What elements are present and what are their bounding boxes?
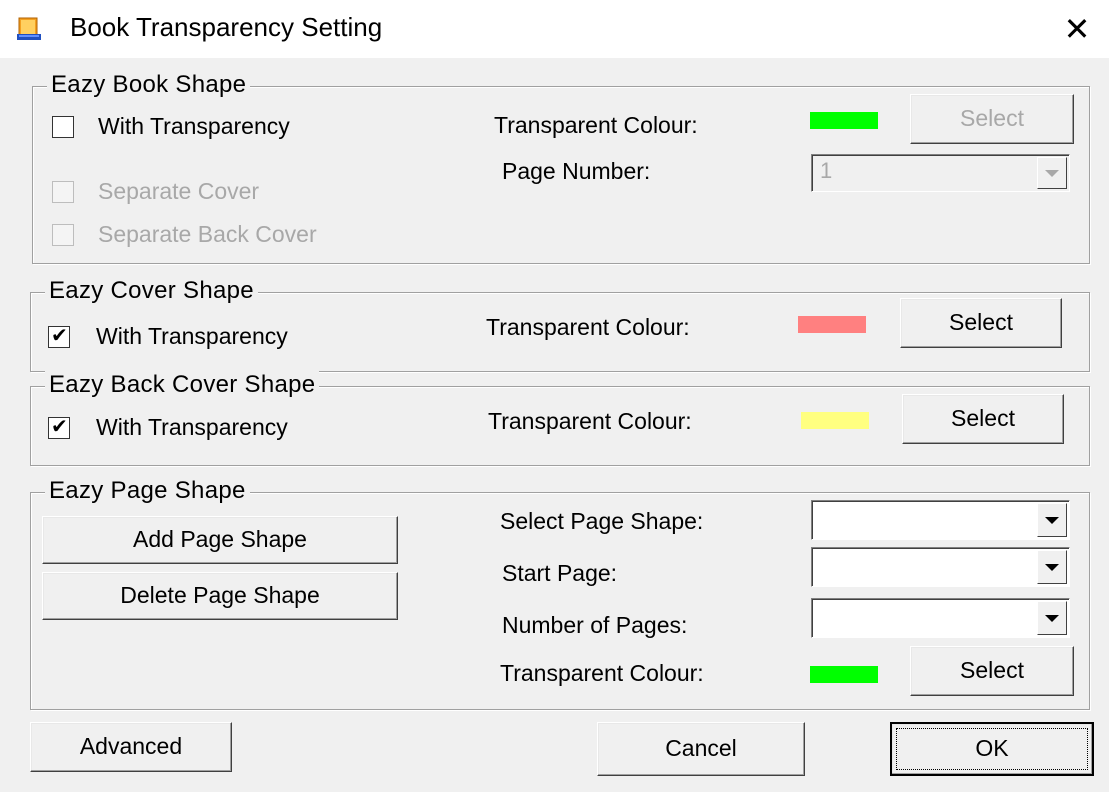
page-shape-legend: Eazy Page Shape bbox=[45, 477, 250, 505]
add-page-shape-button[interactable]: Add Page Shape bbox=[42, 516, 398, 564]
separate-back-cover-label: Separate Back Cover bbox=[98, 221, 317, 247]
back-cover-shape-legend: Eazy Back Cover Shape bbox=[45, 371, 320, 399]
back-cover-with-transparency-checkbox[interactable] bbox=[48, 414, 70, 439]
cover-shape-legend: Eazy Cover Shape bbox=[45, 277, 258, 305]
number-of-pages-dropdown[interactable] bbox=[811, 598, 1070, 638]
page-number-select[interactable]: 1 bbox=[811, 154, 1070, 192]
page-number-value: 1 bbox=[820, 158, 833, 183]
back-cover-colour-swatch bbox=[801, 412, 869, 429]
ok-button[interactable]: OK bbox=[890, 722, 1094, 776]
chevron-down-icon[interactable] bbox=[1037, 503, 1067, 537]
cover-transparent-colour-label: Transparent Colour: bbox=[486, 314, 690, 340]
window-title: Book Transparency Setting bbox=[70, 12, 383, 42]
cover-colour-swatch bbox=[798, 316, 866, 333]
back-cover-with-transparency-label: With Transparency bbox=[96, 414, 288, 440]
select-page-shape-dropdown[interactable] bbox=[811, 500, 1070, 540]
focus-ring bbox=[896, 728, 1088, 770]
chevron-down-icon[interactable] bbox=[1037, 157, 1067, 189]
delete-page-shape-button[interactable]: Delete Page Shape bbox=[42, 572, 398, 620]
app-book-icon bbox=[16, 16, 42, 42]
title-bar: Book Transparency Setting ✕ bbox=[0, 0, 1109, 58]
book-select-button[interactable]: Select bbox=[910, 94, 1074, 144]
number-of-pages-label: Number of Pages: bbox=[502, 612, 688, 638]
book-with-transparency-checkbox[interactable] bbox=[52, 116, 74, 138]
cover-with-transparency-label: With Transparency bbox=[96, 323, 288, 349]
book-shape-legend: Eazy Book Shape bbox=[47, 71, 251, 99]
start-page-dropdown[interactable] bbox=[811, 547, 1070, 587]
advanced-button[interactable]: Advanced bbox=[30, 722, 232, 772]
book-colour-swatch bbox=[810, 112, 878, 129]
separate-cover-label: Separate Cover bbox=[98, 178, 260, 204]
cover-select-button[interactable]: Select bbox=[900, 298, 1062, 348]
chevron-down-icon[interactable] bbox=[1037, 601, 1067, 635]
chevron-down-icon[interactable] bbox=[1037, 550, 1067, 584]
book-with-transparency-label: With Transparency bbox=[98, 113, 290, 139]
cancel-button[interactable]: Cancel bbox=[597, 722, 805, 776]
book-transparent-colour-label: Transparent Colour: bbox=[494, 112, 698, 138]
separate-cover-checkbox[interactable] bbox=[52, 181, 74, 203]
page-colour-swatch bbox=[810, 666, 878, 683]
separate-back-cover-checkbox[interactable] bbox=[52, 224, 74, 246]
cover-with-transparency-checkbox[interactable] bbox=[48, 323, 70, 348]
page-transparent-colour-label: Transparent Colour: bbox=[500, 660, 704, 686]
page-select-button[interactable]: Select bbox=[910, 646, 1074, 696]
start-page-label: Start Page: bbox=[502, 560, 618, 586]
close-icon[interactable]: ✕ bbox=[1058, 10, 1096, 48]
select-page-shape-label: Select Page Shape: bbox=[500, 508, 704, 534]
back-cover-transparent-colour-label: Transparent Colour: bbox=[488, 408, 692, 434]
back-cover-select-button[interactable]: Select bbox=[902, 394, 1064, 444]
page-number-label: Page Number: bbox=[502, 158, 651, 184]
